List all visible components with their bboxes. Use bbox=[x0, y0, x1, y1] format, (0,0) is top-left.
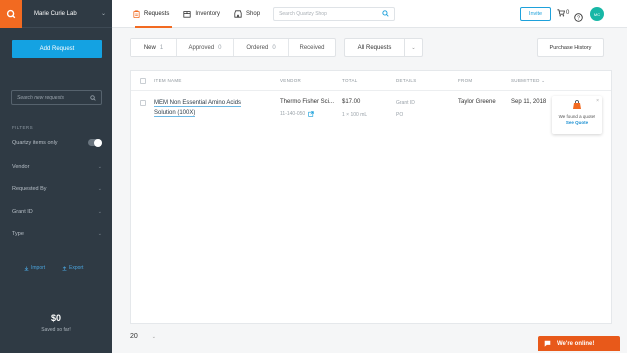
shop-search bbox=[273, 6, 396, 21]
shop-icon bbox=[234, 9, 242, 18]
page-size-select[interactable]: 20 ⌄ bbox=[130, 333, 156, 340]
filter-grant-id[interactable]: Grant ID ⌄ bbox=[12, 209, 102, 215]
item-name-link[interactable]: MEM Non Essential Amino Acids Solution (… bbox=[154, 98, 274, 118]
select-all-checkbox[interactable] bbox=[140, 78, 146, 84]
tab-approved[interactable]: Approved 0 bbox=[177, 39, 234, 56]
col-details: DETAILS bbox=[396, 78, 417, 83]
chat-label: We're online! bbox=[557, 340, 595, 347]
filter-label: Requested By bbox=[12, 186, 47, 192]
close-icon[interactable]: × bbox=[596, 98, 599, 104]
search-requests-input[interactable] bbox=[17, 94, 90, 101]
filter-label: Vendor bbox=[12, 164, 30, 170]
col-submitted[interactable]: SUBMITTED ⌄ bbox=[511, 78, 545, 84]
status-tabs: New 1 Approved 0 Ordered 0 Received bbox=[130, 38, 336, 57]
request-filter-value: All Requests bbox=[357, 44, 392, 51]
search-icon[interactable] bbox=[90, 94, 96, 101]
add-request-button[interactable]: Add Request bbox=[12, 40, 102, 58]
po-number: PO bbox=[396, 112, 404, 118]
request-filter-select[interactable]: All Requests ⌄ bbox=[344, 38, 423, 57]
nav-shop[interactable]: Shop bbox=[227, 0, 267, 28]
chevron-down-icon: ⌄ bbox=[97, 231, 102, 237]
chevron-down-icon: ⌄ bbox=[97, 164, 102, 170]
main-content: New 1 Approved 0 Ordered 0 Received All … bbox=[112, 28, 627, 353]
tab-received[interactable]: Received bbox=[289, 39, 335, 56]
quartzy-only-toggle[interactable] bbox=[88, 138, 102, 147]
filter-label: Grant ID bbox=[12, 209, 33, 215]
quote-card[interactable]: × We found a quote! See Quote bbox=[552, 96, 602, 134]
filters-heading: FILTERS bbox=[12, 125, 33, 130]
tab-new[interactable]: New 1 bbox=[131, 39, 177, 56]
user-avatar[interactable]: MC bbox=[590, 7, 604, 21]
submitted-date: Sep 11, 2018 bbox=[511, 99, 547, 105]
chevron-down-icon: ⌄ bbox=[97, 209, 102, 215]
filter-label: Type bbox=[12, 231, 24, 237]
search-icon[interactable] bbox=[382, 10, 389, 17]
quote-message: We found a quote! bbox=[558, 114, 596, 119]
inventory-box-icon bbox=[183, 10, 191, 18]
vendor-name: Thermo Fisher Sci... bbox=[280, 99, 335, 105]
top-nav: Requests Inventory Shop Invite 0 ? MC bbox=[112, 0, 627, 28]
grant-id: Grant ID bbox=[396, 100, 415, 106]
see-quote-link[interactable]: See Quote bbox=[552, 120, 602, 125]
col-total[interactable]: TOTAL bbox=[342, 78, 358, 83]
filter-vendor[interactable]: Vendor ⌄ bbox=[12, 164, 102, 170]
table-header: ITEM NAME VENDOR TOTAL DETAILS FROM SUBM… bbox=[131, 71, 611, 91]
export-link[interactable]: Export bbox=[62, 265, 83, 271]
lab-switcher[interactable]: Marie Curie Lab ⌄ bbox=[0, 0, 112, 28]
chevron-down-icon: ⌄ bbox=[97, 186, 102, 192]
total-price: $17.00 bbox=[342, 99, 361, 105]
chat-bubble-icon bbox=[544, 340, 551, 347]
quartzy-only-filter: Quartzy items only bbox=[12, 138, 102, 147]
chevron-down-icon: ⌄ bbox=[404, 39, 422, 56]
import-link[interactable]: Import bbox=[24, 265, 45, 271]
filter-requested-by[interactable]: Requested By ⌄ bbox=[12, 186, 102, 192]
app: Marie Curie Lab ⌄ Add Request FILTERS Qu… bbox=[0, 0, 627, 353]
quantity: 1 × 100 mL bbox=[342, 112, 368, 118]
export-icon bbox=[62, 265, 67, 271]
catalog-number: 11-140-050 bbox=[280, 111, 314, 117]
purchase-history-button[interactable]: Purchase History bbox=[537, 38, 604, 57]
lab-name: Marie Curie Lab bbox=[34, 10, 77, 17]
svg-text:?: ? bbox=[577, 16, 580, 22]
page-size-value: 20 bbox=[130, 333, 138, 340]
search-requests bbox=[11, 90, 102, 105]
help-icon[interactable]: ? bbox=[574, 9, 583, 27]
external-link-icon[interactable] bbox=[308, 111, 314, 117]
col-item-name[interactable]: ITEM NAME bbox=[154, 78, 182, 83]
shop-search-input[interactable] bbox=[279, 10, 383, 17]
cart-count: 0 bbox=[566, 10, 570, 16]
cart-button[interactable]: 0 bbox=[557, 9, 569, 17]
savings-amount: $0 bbox=[50, 313, 61, 323]
nav-requests[interactable]: Requests bbox=[126, 0, 176, 28]
filter-type[interactable]: Type ⌄ bbox=[12, 231, 102, 237]
table-row[interactable]: MEM Non Essential Amino Acids Solution (… bbox=[131, 92, 611, 126]
quartzy-only-label: Quartzy items only bbox=[12, 139, 58, 146]
cart-icon bbox=[557, 9, 565, 17]
quote-bag-icon bbox=[573, 100, 581, 109]
savings-summary: $0 Saved so far! bbox=[0, 313, 112, 333]
savings-label: Saved so far! bbox=[41, 327, 71, 333]
sidebar: Marie Curie Lab ⌄ Add Request FILTERS Qu… bbox=[0, 0, 112, 353]
requester-name: Taylor Greene bbox=[458, 99, 496, 105]
chevron-down-icon: ⌄ bbox=[151, 333, 156, 340]
row-checkbox[interactable] bbox=[140, 100, 146, 106]
chat-widget[interactable]: We're online! bbox=[538, 336, 620, 351]
import-icon bbox=[24, 266, 29, 271]
requests-table: ITEM NAME VENDOR TOTAL DETAILS FROM SUBM… bbox=[130, 70, 612, 324]
tab-ordered[interactable]: Ordered 0 bbox=[234, 39, 289, 56]
quartzy-logo-icon[interactable] bbox=[0, 0, 22, 28]
invite-button[interactable]: Invite bbox=[520, 7, 551, 21]
col-from[interactable]: FROM bbox=[458, 78, 472, 83]
nav-inventory[interactable]: Inventory bbox=[176, 0, 227, 28]
clipboard-icon bbox=[133, 9, 140, 18]
chevron-down-icon: ⌄ bbox=[100, 11, 106, 17]
col-vendor[interactable]: VENDOR bbox=[280, 78, 301, 83]
